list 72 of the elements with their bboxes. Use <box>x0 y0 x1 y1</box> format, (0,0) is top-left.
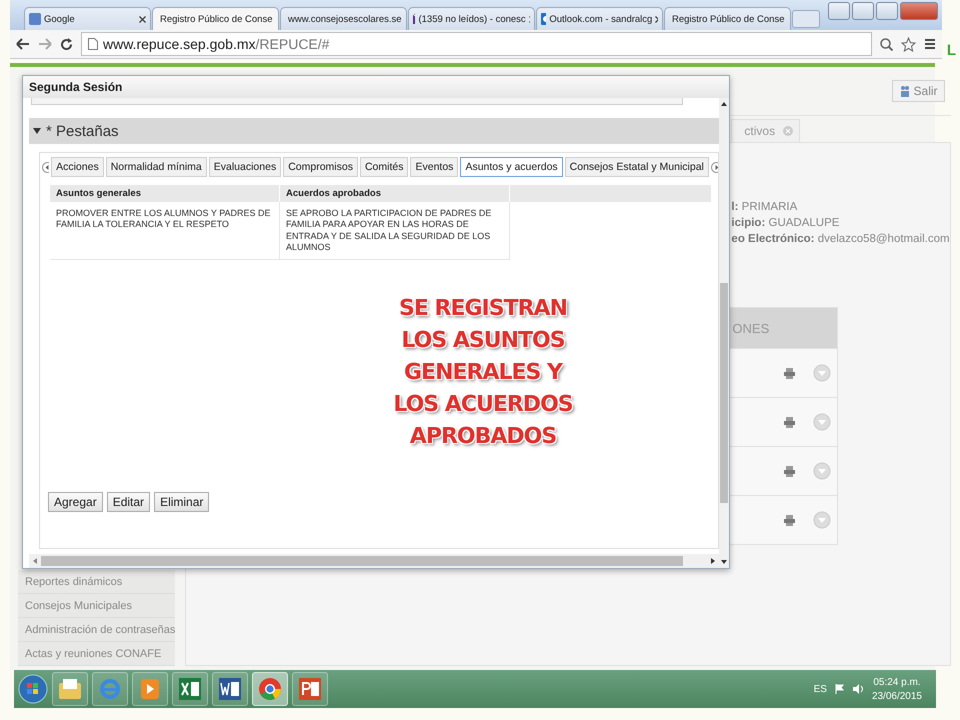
browser-tab[interactable]: Registro Público de Conse <box>152 7 279 30</box>
close-button[interactable] <box>900 2 938 20</box>
tab[interactable]: Comités <box>360 157 408 177</box>
flag-icon[interactable] <box>834 684 845 694</box>
annotation-text: LOS ASUNTOS <box>401 327 565 355</box>
horizontal-scrollbar[interactable] <box>29 554 719 568</box>
start-button[interactable] <box>18 674 48 704</box>
language-indicator[interactable]: ES <box>814 684 827 694</box>
section-title: * Pestañas <box>46 122 119 140</box>
browser-tab[interactable]: Google <box>24 7 151 30</box>
address-field[interactable]: www.repuce.sep.gob.mx/REPUCE/# <box>81 32 872 56</box>
tab[interactable]: Compromisos <box>283 157 358 177</box>
action-button[interactable]: Editar <box>106 492 150 512</box>
info-text: icipio: GUADALUPE <box>731 217 840 229</box>
reload-icon[interactable] <box>60 38 73 50</box>
scroll-up-icon[interactable] <box>721 102 727 106</box>
google-icon <box>29 13 41 25</box>
printer-icon[interactable] <box>784 368 796 378</box>
browser-tab[interactable]: (1359 no leídos) - conesc <box>408 7 535 30</box>
printer-icon[interactable] <box>784 416 796 428</box>
printer-icon[interactable] <box>784 466 796 476</box>
folder-icon <box>59 679 81 699</box>
play-icon <box>141 679 159 699</box>
annotation-text: GENERALES Y <box>404 359 562 387</box>
annotation-text: LOS ACUERDOS <box>393 391 573 419</box>
forward-icon[interactable] <box>38 38 52 50</box>
column-header: Asuntos generales <box>50 185 280 202</box>
presentation-icon <box>299 678 321 700</box>
zoom-icon[interactable] <box>880 38 893 50</box>
spreadsheet-icon <box>179 678 201 700</box>
browser-tab[interactable]: www.consejosescolares.se <box>280 7 407 30</box>
printer-icon[interactable] <box>784 514 796 526</box>
section-header[interactable]: * Pestañas <box>29 118 719 144</box>
action-button[interactable]: Eliminar <box>154 492 210 512</box>
column-header: Acuerdos aprobados <box>280 185 510 202</box>
taskbar-app[interactable] <box>252 672 288 706</box>
tab[interactable]: Normalidad mínima <box>106 157 207 177</box>
vertical-scrollbar[interactable] <box>719 98 729 568</box>
minimize-button[interactable] <box>852 2 874 20</box>
dialog-title: Segunda Sesión <box>23 76 729 98</box>
tab[interactable]: Eventos <box>410 157 458 177</box>
menu-icon[interactable] <box>924 38 936 50</box>
info-text: l: PRIMARIA <box>731 201 798 213</box>
info-text: eo Electrónico: dvelazco58@hotmail.com <box>731 233 950 245</box>
table-cell: PROMOVER ENTRE LOS ALUMNOS Y PADRES DE FAMILIA LA TOLERANCIA Y EL RESPETO <box>50 202 280 260</box>
scroll-right-icon[interactable] <box>710 162 718 172</box>
table-cell: SE APROBO LA PARTICIPACION DE PADRES DE FAMILIA PARA APOYAR EN LAS HORAS DE ENTRADA Y DE SALIDA LA SEGURIDAD DE LOS ALUMNOS <box>280 202 510 260</box>
scroll-down-icon[interactable] <box>721 560 727 564</box>
scroll-left-icon[interactable] <box>33 558 37 564</box>
document-icon <box>219 678 241 700</box>
scroll-left-icon[interactable] <box>42 162 50 172</box>
star-icon[interactable] <box>901 36 916 52</box>
page-icon <box>88 38 98 50</box>
people-icon <box>898 85 911 97</box>
scroll-right-icon[interactable] <box>711 558 715 564</box>
browser-tab[interactable]: Registro Público de Conse <box>664 7 791 30</box>
user-button[interactable] <box>828 2 850 20</box>
tab[interactable]: Asuntos y acuerdos <box>460 157 563 177</box>
browser-tab[interactable]: Outlook.com - sandralcg <box>536 7 663 30</box>
maximize-button[interactable] <box>876 2 898 20</box>
tab[interactable]: Evaluaciones <box>208 157 282 177</box>
speaker-icon[interactable] <box>852 684 864 694</box>
back-icon[interactable] <box>16 38 30 50</box>
annotation-text: SE REGISTRAN <box>399 295 567 323</box>
logo-letter: L <box>946 42 956 59</box>
annotation-text: APROBADOS <box>410 423 556 451</box>
chrome-icon <box>258 677 282 701</box>
tab[interactable]: Consejos Estatal y Municipal <box>564 157 709 177</box>
action-button[interactable]: Agregar <box>48 492 103 512</box>
tab[interactable]: Acciones <box>51 157 104 177</box>
letter-e-icon <box>99 678 121 700</box>
clock-date[interactable]: 23/06/2015 <box>872 690 922 702</box>
